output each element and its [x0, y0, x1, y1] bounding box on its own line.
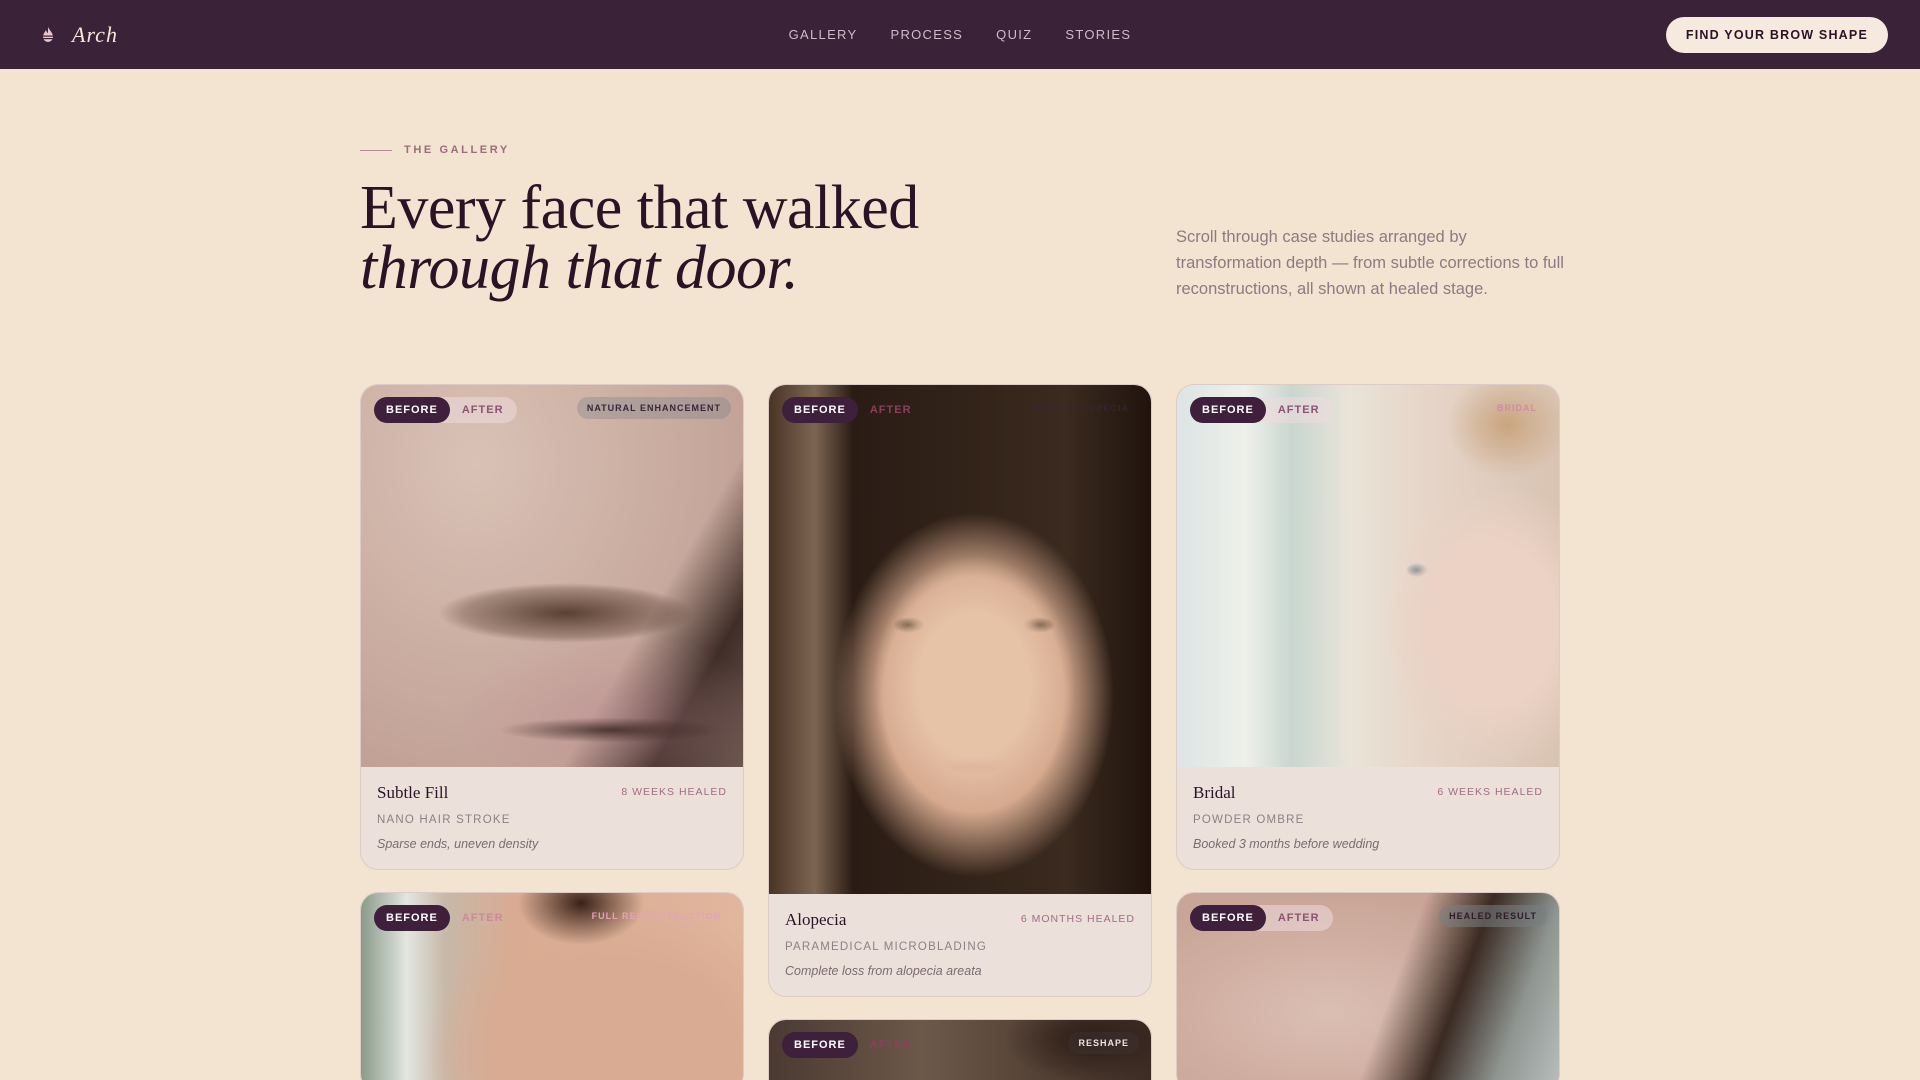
after-button[interactable]: AFTER — [858, 1032, 925, 1058]
page-title: Every face that walked through that door… — [360, 174, 919, 302]
case-info: Bridal 6 WEEKS HEALED POWDER OMBRE Booke… — [1177, 767, 1559, 869]
category-tag: NATURAL ENHANCEMENT — [576, 397, 731, 419]
case-info: Subtle Fill 8 WEEKS HEALED NANO HAIR STR… — [361, 767, 743, 869]
case-photo: BEFORE AFTER RESHAPE — [769, 1020, 1151, 1080]
eyebrow-divider — [360, 149, 392, 151]
before-after-toggle: BEFORE AFTER — [782, 397, 925, 423]
after-button[interactable]: AFTER — [450, 397, 517, 423]
before-button[interactable]: BEFORE — [782, 1032, 858, 1058]
section-eyebrow: THE GALLERY — [360, 144, 510, 156]
category-tag: FULL RECONSTRUCTION — [591, 911, 721, 921]
top-nav: Arch GALLERY PROCESS QUIZ STORIES FIND Y… — [0, 0, 1920, 69]
before-button[interactable]: BEFORE — [374, 905, 450, 931]
before-button[interactable]: BEFORE — [374, 397, 450, 423]
brand-name: Arch — [72, 21, 118, 47]
case-card-bridal[interactable]: BEFORE AFTER BRIDAL Bridal 6 WEEKS HEALE… — [1176, 384, 1560, 870]
nav-link-process[interactable]: PROCESS — [890, 27, 963, 42]
healed-duration: 6 WEEKS HEALED — [1437, 786, 1543, 798]
healed-duration: 6 MONTHS HEALED — [1020, 913, 1135, 925]
before-after-toggle: BEFORE AFTER — [374, 905, 517, 931]
category-tag: SCAR & ALOPECIA — [1030, 403, 1129, 413]
before-after-toggle: BEFORE AFTER — [374, 397, 517, 423]
before-after-toggle: BEFORE AFTER — [1190, 905, 1333, 931]
technique-label: PARAMEDICAL MICROBLADING — [785, 941, 987, 953]
case-photo: BEFORE AFTER NATURAL ENHANCEMENT — [361, 385, 743, 767]
before-button[interactable]: BEFORE — [782, 397, 858, 423]
before-after-toggle: BEFORE AFTER — [782, 1032, 925, 1058]
nav-link-quiz[interactable]: QUIZ — [996, 27, 1032, 42]
case-info: Alopecia 6 MONTHS HEALED PARAMEDICAL MIC… — [769, 894, 1151, 996]
before-after-toggle: BEFORE AFTER — [1190, 397, 1333, 423]
category-tag: RESHAPE — [1068, 1032, 1139, 1054]
category-tag: BRIDAL — [1497, 403, 1537, 413]
case-photo: BEFORE AFTER SCAR & ALOPECIA — [769, 385, 1151, 894]
case-card-reshape[interactable]: BEFORE AFTER RESHAPE — [768, 1019, 1152, 1080]
case-card-full-reconstruction[interactable]: BEFORE AFTER FULL RECONSTRUCTION — [360, 892, 744, 1080]
case-note: Sparse ends, uneven density — [377, 837, 539, 851]
nav-link-gallery[interactable]: GALLERY — [789, 27, 858, 42]
after-button[interactable]: AFTER — [1266, 397, 1333, 423]
title-line-2: through that door. — [360, 234, 799, 302]
after-button[interactable]: AFTER — [1266, 905, 1333, 931]
case-card-subtle-fill[interactable]: BEFORE AFTER NATURAL ENHANCEMENT Subtle … — [360, 384, 744, 870]
technique-label: POWDER OMBRE — [1193, 814, 1305, 826]
case-photo: BEFORE AFTER BRIDAL — [1177, 385, 1559, 767]
find-brow-shape-button[interactable]: FIND YOUR BROW SHAPE — [1665, 16, 1888, 53]
case-photo: BEFORE AFTER HEALED RESULT — [1177, 893, 1559, 1080]
brand[interactable]: Arch — [38, 22, 118, 48]
nav-link-stories[interactable]: STORIES — [1065, 27, 1131, 42]
after-button[interactable]: AFTER — [450, 905, 517, 931]
nav-links: GALLERY PROCESS QUIZ STORIES — [789, 27, 1132, 42]
healed-duration: 8 WEEKS HEALED — [621, 786, 727, 798]
eyebrow-label: THE GALLERY — [404, 144, 510, 156]
before-button[interactable]: BEFORE — [1190, 397, 1266, 423]
case-card-healed-result[interactable]: BEFORE AFTER HEALED RESULT — [1176, 892, 1560, 1080]
case-note: Complete loss from alopecia areata — [785, 964, 982, 978]
flame-icon — [38, 25, 58, 45]
category-tag: HEALED RESULT — [1439, 905, 1547, 927]
case-card-alopecia[interactable]: BEFORE AFTER SCAR & ALOPECIA Alopecia 6 … — [768, 384, 1152, 997]
title-line-1: Every face that walked — [360, 174, 919, 242]
after-button[interactable]: AFTER — [858, 397, 925, 423]
before-button[interactable]: BEFORE — [1190, 905, 1266, 931]
case-photo: BEFORE AFTER FULL RECONSTRUCTION — [361, 893, 743, 1080]
case-note: Booked 3 months before wedding — [1193, 837, 1380, 851]
technique-label: NANO HAIR STROKE — [377, 814, 511, 826]
intro-text: Scroll through case studies arranged by … — [1176, 228, 1564, 298]
